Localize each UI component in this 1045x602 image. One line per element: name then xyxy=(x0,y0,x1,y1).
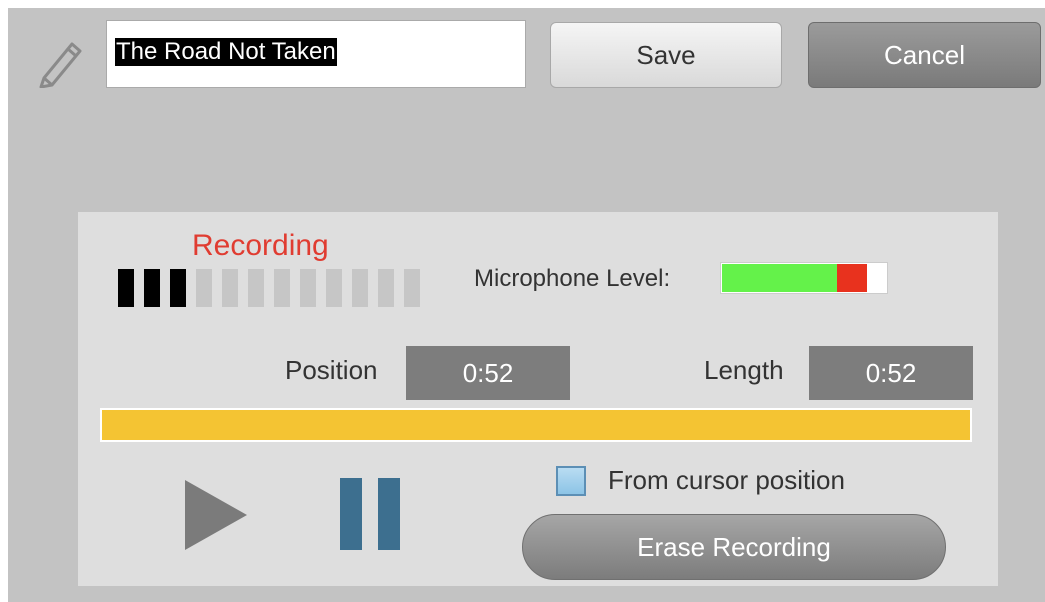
activity-tick xyxy=(300,269,316,307)
title-input-value: The Road Not Taken xyxy=(115,38,337,66)
pause-bar-left xyxy=(340,478,362,550)
from-cursor-label: From cursor position xyxy=(608,465,845,495)
save-button[interactable]: Save xyxy=(550,22,782,88)
microphone-level-label: Microphone Level: xyxy=(474,265,671,292)
activity-tick xyxy=(248,269,264,307)
activity-tick xyxy=(170,269,186,307)
length-value: 0:52 xyxy=(809,346,973,400)
erase-recording-button[interactable]: Erase Recording xyxy=(522,514,946,580)
recording-status: Recording xyxy=(192,229,329,262)
activity-tick xyxy=(222,269,238,307)
activity-tick xyxy=(378,269,394,307)
activity-tick xyxy=(196,269,212,307)
cancel-button[interactable]: Cancel xyxy=(808,22,1041,88)
activity-tick xyxy=(118,269,134,307)
recorder-panel: Recording Microphone Level: Position 0:5… xyxy=(78,212,998,586)
timeline-bar[interactable] xyxy=(100,408,972,442)
activity-tick xyxy=(274,269,290,307)
activity-tick xyxy=(144,269,160,307)
microphone-level-peak xyxy=(837,264,867,292)
microphone-level-green xyxy=(722,264,837,292)
position-label: Position xyxy=(285,355,378,385)
from-cursor-checkbox[interactable] xyxy=(556,466,586,496)
position-value: 0:52 xyxy=(406,346,570,400)
recording-dialog: The Road Not Taken Save Cancel Recording… xyxy=(8,8,1045,602)
timeline-fill xyxy=(102,410,970,440)
pause-icon[interactable] xyxy=(338,478,402,550)
play-icon[interactable] xyxy=(183,478,249,552)
activity-tick xyxy=(352,269,368,307)
activity-tick xyxy=(404,269,420,307)
title-input[interactable]: The Road Not Taken xyxy=(106,20,526,88)
pencil-icon xyxy=(39,42,82,88)
microphone-level-meter xyxy=(720,262,888,294)
length-label: Length xyxy=(704,355,784,385)
pause-bar-right xyxy=(378,478,400,550)
activity-tick xyxy=(326,269,342,307)
